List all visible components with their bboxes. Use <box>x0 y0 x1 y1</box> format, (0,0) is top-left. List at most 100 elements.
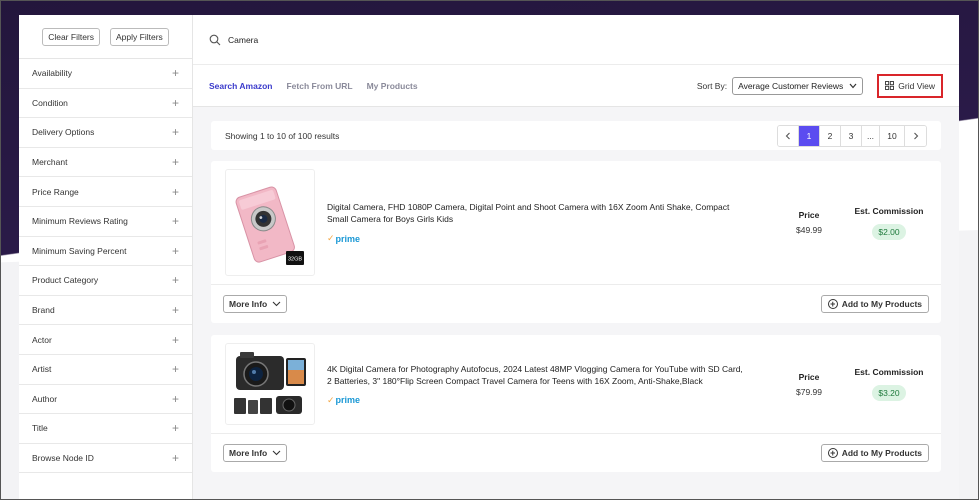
commission-column: Est. Commission $3.20 <box>849 367 929 401</box>
pink-camera-image: 32GB <box>235 186 304 265</box>
product-image[interactable]: 32GB <box>225 169 315 276</box>
plus-icon: + <box>171 184 179 199</box>
search-input[interactable] <box>228 34 528 45</box>
plus-icon: + <box>171 332 179 347</box>
page-ellipsis: ... <box>862 125 880 146</box>
page-2[interactable]: 2 <box>820 125 841 146</box>
tab-bar: Search Amazon Fetch From URL My Products… <box>193 65 959 107</box>
plus-icon: + <box>171 303 179 318</box>
commission-column: Est. Commission $2.00 <box>849 206 929 240</box>
filter-label: Condition <box>32 97 68 108</box>
filter-artist[interactable]: Artist + <box>19 355 192 385</box>
filter-availability[interactable]: Availability + <box>19 59 192 89</box>
price-label: Price <box>798 210 820 220</box>
filter-label: Minimum Saving Percent <box>32 245 127 256</box>
price-column: Price $49.99 <box>779 210 839 235</box>
page-3[interactable]: 3 <box>841 125 862 146</box>
search-bar <box>193 15 959 65</box>
plus-circle-icon: + <box>827 299 838 309</box>
plus-icon: + <box>171 66 179 81</box>
plus-icon: + <box>171 362 179 377</box>
filter-label: Title <box>32 423 48 434</box>
chevron-down-icon <box>272 450 281 456</box>
filter-merchant[interactable]: Merchant + <box>19 148 192 178</box>
product-actions: More Info + Add to My Products <box>211 285 941 323</box>
add-to-my-products-button[interactable]: + Add to My Products <box>820 444 929 462</box>
filter-label: Availability <box>32 68 73 79</box>
filter-product-category[interactable]: Product Category + <box>19 266 192 296</box>
product-title[interactable]: 4K Digital Camera for Photography Autofo… <box>327 363 747 387</box>
more-info-button[interactable]: More Info <box>223 444 288 462</box>
plus-icon: + <box>171 155 179 170</box>
tab-fetch-from-url[interactable]: Fetch From URL <box>286 81 352 91</box>
filter-label: Actor <box>32 334 52 345</box>
commission-badge: $2.00 <box>872 223 906 240</box>
more-info-label: More Info <box>229 448 268 458</box>
filter-price-range[interactable]: Price Range + <box>19 177 192 207</box>
prime-check-icon: ✓ <box>327 233 335 243</box>
main-panel: Search Amazon Fetch From URL My Products… <box>193 15 959 500</box>
search-icon <box>209 34 221 45</box>
black-camera-image <box>234 352 306 414</box>
filter-author[interactable]: Author + <box>19 385 192 415</box>
clear-filters-button[interactable]: Clear Filters <box>42 28 101 46</box>
price-label: Price <box>798 371 820 382</box>
prime-label: prime <box>335 395 361 405</box>
commission-label: Est. Commission <box>854 367 924 377</box>
plus-icon: + <box>171 95 179 110</box>
plus-icon: + <box>171 391 179 406</box>
filter-browse-node-id[interactable]: Browse Node ID + <box>19 444 192 474</box>
filter-title[interactable]: Title + <box>19 414 192 444</box>
plus-icon: + <box>171 214 179 229</box>
grid-view-button[interactable]: Grid View <box>877 73 943 98</box>
plus-icon: + <box>171 273 179 288</box>
price-column: Price $79.99 <box>779 372 839 397</box>
product-summary: 4K Digital Camera for Photography Autofo… <box>211 335 941 434</box>
more-info-button[interactable]: More Info <box>223 295 288 313</box>
prime-label: prime <box>335 233 361 244</box>
filter-label: Minimum Reviews Rating <box>32 216 128 227</box>
product-actions: More Info + Add to My Products <box>211 434 941 472</box>
filter-minimum-saving-percent[interactable]: Minimum Saving Percent + <box>19 237 192 267</box>
price-value: $79.99 <box>796 386 822 397</box>
prime-check-icon: ✓ <box>327 394 335 405</box>
filter-label: Browse Node ID <box>32 453 94 464</box>
more-info-label: More Info <box>229 299 268 309</box>
add-label: Add to My Products <box>841 299 922 309</box>
tab-search-amazon[interactable]: Search Amazon <box>209 81 272 91</box>
sort-select[interactable]: Average Customer Reviews <box>732 76 864 95</box>
apply-filters-button[interactable]: Apply Filters <box>110 28 169 46</box>
product-card: 4K Digital Camera for Photography Autofo… <box>211 335 941 472</box>
product-summary: 32GB Digital Camera, FHD 1080P Camera, D… <box>211 161 941 285</box>
memory-card-badge: 32GB <box>288 256 302 262</box>
next-page-button[interactable] <box>905 125 926 146</box>
page-10[interactable]: 10 <box>880 125 905 146</box>
filter-actor[interactable]: Actor + <box>19 325 192 355</box>
page-1[interactable]: 1 <box>799 125 820 146</box>
tab-my-products[interactable]: My Products <box>367 81 418 91</box>
commission-badge: $3.20 <box>872 385 906 401</box>
pagination: 1 2 3 ... 10 <box>777 124 927 147</box>
filter-brand[interactable]: Brand + <box>19 296 192 326</box>
product-title[interactable]: Digital Camera, FHD 1080P Camera, Digita… <box>327 201 747 225</box>
product-image[interactable] <box>225 343 315 425</box>
filter-label: Price Range <box>32 186 79 197</box>
filter-delivery-options[interactable]: Delivery Options + <box>19 118 192 148</box>
add-to-my-products-button[interactable]: + Add to My Products <box>820 295 929 313</box>
chevron-left-icon <box>785 132 790 139</box>
grid-view-label: Grid View <box>898 80 935 91</box>
product-info: 4K Digital Camera for Photography Autofo… <box>315 363 779 406</box>
filter-condition[interactable]: Condition + <box>19 89 192 119</box>
prev-page-button[interactable] <box>778 125 799 146</box>
filter-label: Product Category <box>32 275 99 286</box>
price-value: $49.99 <box>796 225 822 235</box>
filter-label: Merchant <box>32 157 68 168</box>
filter-label: Author <box>32 393 58 404</box>
sort-area: Sort By: Average Customer Reviews <box>696 76 864 95</box>
app-window: Clear Filters Apply Filters Availability… <box>19 15 959 500</box>
filter-minimum-reviews-rating[interactable]: Minimum Reviews Rating + <box>19 207 192 237</box>
prime-badge: ✓ prime <box>327 395 765 406</box>
results-bar: Showing 1 to 10 of 100 results 1 2 3 ...… <box>211 121 941 150</box>
sort-label: Sort By: <box>696 80 728 91</box>
prime-badge: ✓ prime <box>327 233 765 244</box>
